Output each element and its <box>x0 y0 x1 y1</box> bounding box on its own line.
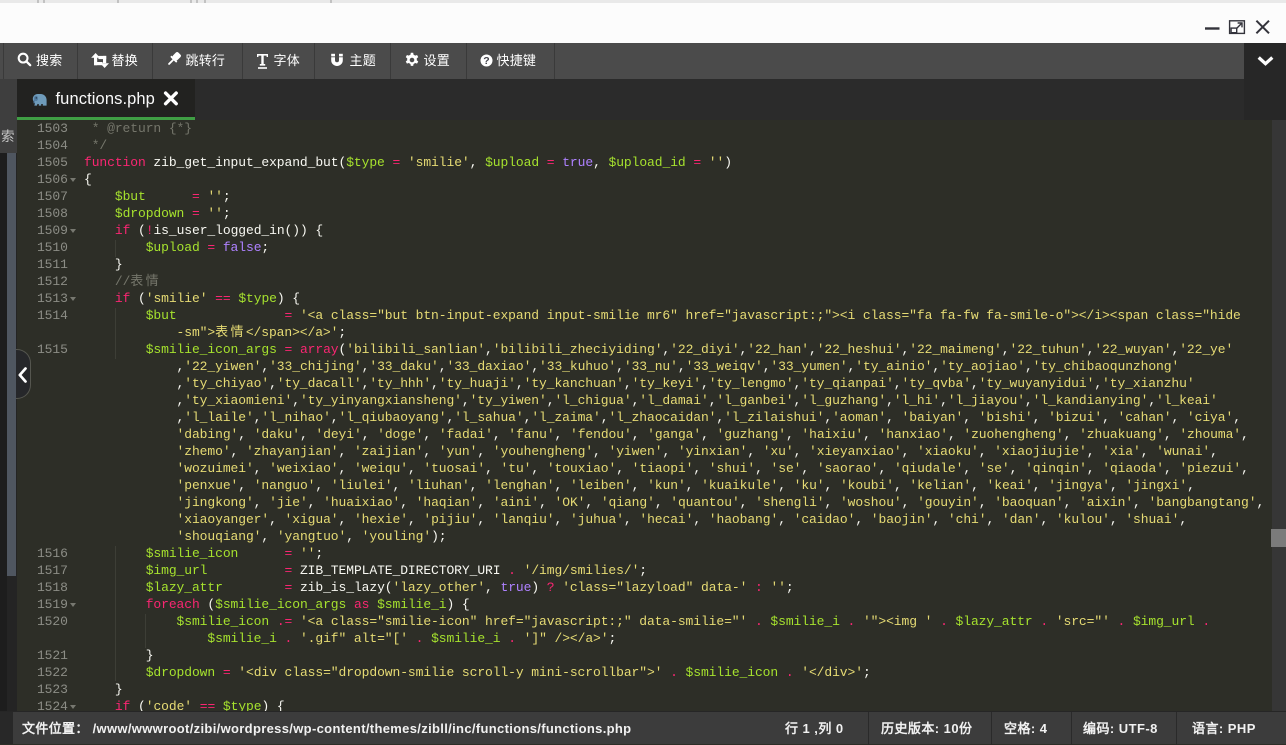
svg-text:?: ? <box>483 55 489 67</box>
